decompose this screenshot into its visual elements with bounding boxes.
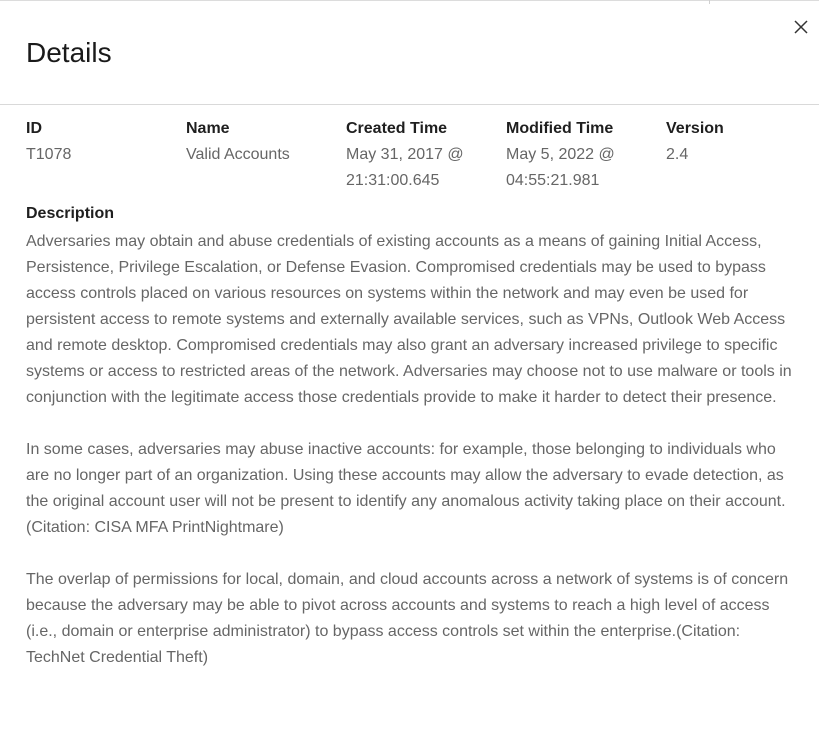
- meta-id: ID T1078: [26, 119, 176, 168]
- meta-version: Version 2.4: [666, 119, 786, 168]
- description-paragraph: Adversaries may obtain and abuse credent…: [26, 233, 792, 406]
- meta-created: Created Time May 31, 2017 @ 21:31:00.645: [346, 119, 496, 194]
- meta-name: Name Valid Accounts: [186, 119, 336, 168]
- description-paragraph: The overlap of permissions for local, do…: [26, 571, 789, 666]
- meta-version-value: 2.4: [666, 146, 689, 163]
- meta-id-value: T1078: [26, 146, 72, 163]
- close-icon: [794, 20, 808, 34]
- meta-created-label: Created Time: [346, 120, 448, 137]
- meta-id-label: ID: [26, 120, 42, 137]
- description-paragraph: In some cases, adversaries may abuse ina…: [26, 441, 786, 536]
- meta-created-value: May 31, 2017 @ 21:31:00.645: [346, 146, 464, 189]
- details-flyout: Details ID T1078 Name Valid Accounts Cre…: [0, 0, 819, 732]
- meta-modified: Modified Time May 5, 2022 @ 04:55:21.981: [506, 119, 656, 194]
- close-button[interactable]: [790, 16, 812, 38]
- description-body: Adversaries may obtain and abuse credent…: [26, 229, 801, 697]
- meta-modified-value: May 5, 2022 @ 04:55:21.981: [506, 146, 615, 189]
- page-title: Details: [26, 37, 112, 68]
- meta-version-label: Version: [666, 120, 724, 137]
- meta-modified-label: Modified Time: [506, 120, 614, 137]
- description-label: Description: [26, 205, 115, 222]
- flyout-header: Details: [0, 1, 819, 105]
- meta-name-label: Name: [186, 120, 230, 137]
- meta-name-value: Valid Accounts: [186, 146, 290, 163]
